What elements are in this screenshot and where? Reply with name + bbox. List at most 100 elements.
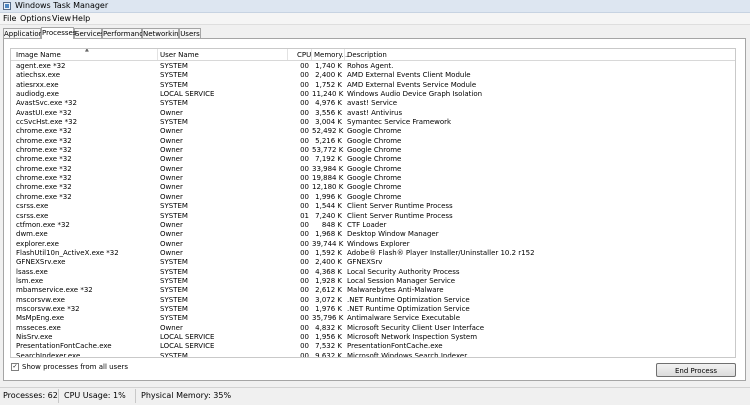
- process-row[interactable]: chrome.exe *32 Owner 00 12,180 K Google Chro…: [11, 182, 735, 192]
- process-row[interactable]: MsMpEng.exe SYSTEM 00 35,796 K Antimalware S…: [11, 313, 735, 323]
- column-divider[interactable]: [287, 49, 288, 60]
- process-cpu: 00: [300, 342, 309, 351]
- process-name: chrome.exe *32: [16, 192, 72, 201]
- process-row[interactable]: ctfmon.exe *32 Owner 00 848 K CTF Loader: [11, 220, 735, 229]
- process-cpu: 00: [300, 332, 309, 341]
- process-row[interactable]: msseces.exe Owner 00 4,832 K Microsoft Secur…: [11, 323, 735, 332]
- process-memory: 1,740 K: [315, 62, 342, 70]
- column-header-row: Image Name ▲ User Name CPU Memory... Des…: [11, 49, 735, 61]
- status-physical-memory: Physical Memory: 35%: [141, 391, 232, 400]
- menu-help[interactable]: Help: [72, 14, 90, 23]
- process-description: .NET Runtime Optimization Service: [347, 304, 470, 313]
- process-row[interactable]: csrss.exe SYSTEM 00 1,544 K Client Server Ru…: [11, 201, 735, 211]
- process-row[interactable]: AvastSvc.exe *32 SYSTEM 00 4,976 K avast! Se…: [11, 98, 735, 108]
- process-user: SYSTEM: [160, 276, 188, 285]
- process-user: Owner: [160, 183, 183, 192]
- process-row[interactable]: chrome.exe *32 Owner 00 33,984 K Google Chro…: [11, 164, 735, 173]
- process-cpu: 00: [300, 183, 309, 192]
- tab-processes[interactable]: Processes: [41, 27, 77, 39]
- process-row[interactable]: SearchIndexer.exe SYSTEM 00 9,632 K Microsof…: [11, 351, 735, 358]
- process-name: AvastSvc.exe *32: [16, 99, 77, 108]
- column-image-name[interactable]: Image Name: [16, 51, 61, 59]
- column-description[interactable]: Description: [347, 51, 387, 59]
- process-list[interactable]: Image Name ▲ User Name CPU Memory... Des…: [10, 48, 736, 358]
- process-row[interactable]: dwm.exe Owner 00 1,968 K Desktop Window Mana…: [11, 229, 735, 239]
- process-row[interactable]: agent.exe *32 SYSTEM 00 1,740 K Rohos Agent.: [11, 61, 735, 70]
- process-cpu: 00: [300, 90, 309, 99]
- show-all-users-checkbox[interactable]: ✓: [11, 363, 19, 371]
- process-description: Client Server Runtime Process: [347, 202, 453, 211]
- tab-applications[interactable]: Applications: [3, 28, 47, 38]
- process-cpu: 00: [300, 239, 309, 248]
- process-row[interactable]: chrome.exe *32 Owner 00 1,996 K Google Chrom…: [11, 192, 735, 201]
- process-row[interactable]: chrome.exe *32 Owner 00 7,192 K Google Chrom…: [11, 154, 735, 164]
- process-description: Local Security Authority Process: [347, 267, 460, 276]
- process-row[interactable]: mscorsvw.exe SYSTEM 00 3,072 K .NET Runtime …: [11, 295, 735, 304]
- column-divider[interactable]: [157, 49, 158, 60]
- process-memory: 2,400 K: [315, 258, 342, 267]
- process-name: atiechsx.exe: [16, 71, 61, 80]
- process-memory: 2,612 K: [315, 286, 342, 295]
- process-row[interactable]: atiechsx.exe SYSTEM 00 2,400 K AMD External …: [11, 70, 735, 80]
- process-memory: 52,492 K: [312, 127, 344, 136]
- process-row[interactable]: AvastUI.exe *32 Owner 00 3,556 K avast! Anti…: [11, 108, 735, 117]
- process-row[interactable]: chrome.exe *32 Owner 00 53,772 K Google Chro…: [11, 145, 735, 154]
- process-description: Microsoft Security Client User Interface: [347, 323, 485, 332]
- window-title: Windows Task Manager: [15, 1, 109, 10]
- process-row[interactable]: explorer.exe Owner 00 39,744 K Windows Explo…: [11, 239, 735, 248]
- process-user: Owner: [160, 323, 183, 332]
- process-row[interactable]: chrome.exe *32 Owner 00 19,884 K Google Chro…: [11, 173, 735, 183]
- process-memory: 1,976 K: [315, 304, 342, 313]
- menu-options[interactable]: Options: [20, 14, 51, 23]
- process-row[interactable]: chrome.exe *32 Owner 00 52,492 K Google Chro…: [11, 126, 735, 136]
- tab-services[interactable]: Services: [74, 28, 105, 38]
- process-name: chrome.exe *32: [16, 164, 72, 173]
- end-process-button[interactable]: End Process: [656, 363, 736, 377]
- menu-view[interactable]: View: [52, 14, 71, 23]
- process-user: SYSTEM: [160, 258, 188, 267]
- process-user: SYSTEM: [160, 351, 188, 358]
- process-memory: 1,968 K: [315, 230, 342, 239]
- column-divider[interactable]: [344, 49, 345, 60]
- process-name: msseces.exe: [16, 323, 61, 332]
- column-divider[interactable]: [311, 49, 312, 60]
- process-user: Owner: [160, 164, 183, 173]
- process-row[interactable]: csrss.exe SYSTEM 01 7,240 K Client Server Ru…: [11, 211, 735, 220]
- process-description: .NET Runtime Optimization Service: [347, 295, 470, 304]
- status-divider: [135, 389, 136, 403]
- process-row[interactable]: mbamservice.exe *32 SYSTEM 00 2,612 K Malwar…: [11, 285, 735, 295]
- process-description: Windows Explorer: [347, 239, 410, 248]
- process-row[interactable]: chrome.exe *32 Owner 00 5,216 K Google Chrom…: [11, 136, 735, 145]
- process-row[interactable]: lsass.exe SYSTEM 00 4,368 K Local Security A…: [11, 267, 735, 276]
- process-memory: 7,240 K: [315, 211, 342, 220]
- tab-networking[interactable]: Networking: [142, 28, 183, 38]
- process-description: Google Chrome: [347, 174, 402, 183]
- process-memory: 7,192 K: [315, 155, 342, 164]
- process-row[interactable]: ccSvcHst.exe *32 SYSTEM 00 3,004 K Symantec …: [11, 117, 735, 126]
- process-user: Owner: [160, 108, 183, 117]
- process-row[interactable]: audiodg.exe LOCAL SERVICE 00 11,240 K Window…: [11, 89, 735, 99]
- process-name: chrome.exe *32: [16, 183, 72, 192]
- process-row[interactable]: GFNEXSrv.exe SYSTEM 00 2,400 K GFNEXSrv: [11, 257, 735, 267]
- process-row[interactable]: PresentationFontCache.exe LOCAL SERVICE 00…: [11, 341, 735, 351]
- column-cpu[interactable]: CPU: [297, 51, 311, 59]
- tab-users[interactable]: Users: [179, 28, 201, 38]
- menu-file[interactable]: File: [3, 14, 16, 23]
- process-cpu: 00: [300, 62, 309, 70]
- process-row[interactable]: mscorsvw.exe *32 SYSTEM 00 1,976 K .NET Runt…: [11, 304, 735, 313]
- process-description: Microsoft Network Inspection System: [347, 332, 478, 341]
- column-user-name[interactable]: User Name: [160, 51, 199, 59]
- process-description: Client Server Runtime Process: [347, 211, 453, 220]
- process-row[interactable]: FlashUtil10n_ActiveX.exe *32 Owner 00 1,592…: [11, 248, 735, 257]
- process-row[interactable]: NisSrv.exe LOCAL SERVICE 00 1,956 K Microsof…: [11, 332, 735, 341]
- show-all-users-label[interactable]: Show processes from all users: [22, 363, 128, 371]
- process-name: MsMpEng.exe: [16, 314, 65, 323]
- process-name: chrome.exe *32: [16, 136, 72, 145]
- process-name: explorer.exe: [16, 239, 59, 248]
- process-memory: 12,180 K: [312, 183, 344, 192]
- process-row[interactable]: atiesrxx.exe SYSTEM 00 1,752 K AMD External …: [11, 80, 735, 89]
- process-row[interactable]: lsm.exe SYSTEM 00 1,928 K Local Session Mana…: [11, 276, 735, 285]
- process-memory: 11,240 K: [312, 90, 344, 99]
- process-user: SYSTEM: [160, 71, 188, 80]
- tab-performance[interactable]: Performance: [102, 28, 147, 38]
